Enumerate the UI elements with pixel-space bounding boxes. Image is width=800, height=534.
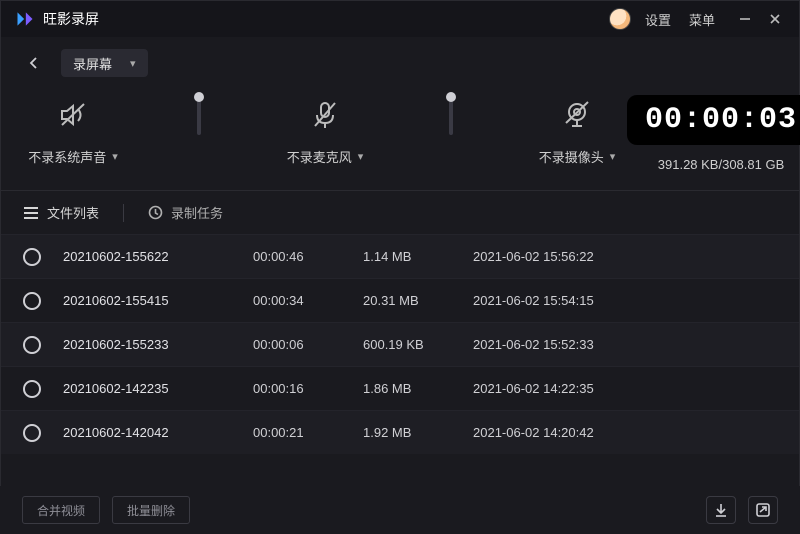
logo-icon [15, 9, 35, 29]
mode-label: 录屏幕 [73, 54, 112, 73]
mic-toggle[interactable]: 不录麦克风 ▾ [275, 95, 375, 166]
table-row[interactable]: 20210602-142042 00:00:21 1.92 MB 2021-06… [1, 410, 799, 454]
camera-muted-icon [560, 95, 594, 135]
avatar[interactable] [609, 8, 631, 30]
row-name: 20210602-155233 [63, 337, 253, 352]
system-audio-label: 不录系统声音 [28, 147, 106, 166]
row-date: 2021-06-02 15:52:33 [473, 337, 777, 352]
row-date: 2021-06-02 15:56:22 [473, 249, 777, 264]
app-title: 旺影录屏 [43, 9, 99, 29]
chevron-down-icon: ▾ [112, 150, 118, 163]
row-select[interactable] [23, 424, 41, 442]
merge-label: 合并视频 [37, 502, 85, 519]
batch-delete-label: 批量删除 [127, 502, 175, 519]
tab-files-label: 文件列表 [47, 203, 99, 222]
divider [123, 204, 124, 222]
row-size: 1.92 MB [363, 425, 473, 440]
clock-icon [148, 205, 163, 220]
merge-button[interactable]: 合并视频 [22, 496, 100, 524]
camera-toggle[interactable]: 不录摄像头 ▾ [527, 95, 627, 166]
row-duration: 00:00:46 [253, 249, 363, 264]
mic-muted-icon [310, 95, 340, 135]
row-date: 2021-06-02 14:22:35 [473, 381, 777, 396]
row-size: 20.31 MB [363, 293, 473, 308]
app-logo: 旺影录屏 [15, 9, 99, 29]
row-duration: 00:00:21 [253, 425, 363, 440]
row-select[interactable] [23, 292, 41, 310]
row-size: 600.19 KB [363, 337, 473, 352]
row-duration: 00:00:16 [253, 381, 363, 396]
mode-select[interactable]: 录屏幕 ▾ [61, 49, 148, 77]
file-table: 20210602-155622 00:00:46 1.14 MB 2021-06… [1, 234, 799, 454]
toggle-group: 不录系统声音 ▾ _ 不录麦克风 ▾ _ [23, 95, 627, 166]
list-icon [23, 206, 39, 220]
speaker-muted-icon [56, 95, 90, 135]
mic-volume-slider[interactable] [449, 95, 453, 135]
table-row[interactable]: 20210602-155415 00:00:34 20.31 MB 2021-0… [1, 278, 799, 322]
row-select[interactable] [23, 248, 41, 266]
minimize-button[interactable] [733, 7, 757, 31]
download-button[interactable] [706, 496, 736, 524]
tab-files[interactable]: 文件列表 [23, 203, 99, 222]
share-button[interactable] [748, 496, 778, 524]
mic-volume-slider-toggle[interactable]: _ [401, 95, 501, 166]
chevron-down-icon: ▾ [610, 150, 616, 163]
close-button[interactable] [763, 7, 787, 31]
batch-delete-button[interactable]: 批量删除 [112, 496, 190, 524]
volume-slider-toggle[interactable]: _ [149, 95, 249, 166]
row-date: 2021-06-02 14:20:42 [473, 425, 777, 440]
timer-block: 00:00:03 391.28 KB/308.81 GB [627, 95, 800, 172]
row-name: 20210602-155622 [63, 249, 253, 264]
row-size: 1.14 MB [363, 249, 473, 264]
table-row[interactable]: 20210602-155622 00:00:46 1.14 MB 2021-06… [1, 234, 799, 278]
download-icon [713, 502, 729, 518]
chevron-down-icon: ▾ [130, 57, 136, 70]
row-duration: 00:00:34 [253, 293, 363, 308]
footer: 合并视频 批量删除 [0, 486, 800, 534]
row-name: 20210602-142235 [63, 381, 253, 396]
row-select[interactable] [23, 380, 41, 398]
mic-label: 不录麦克风 [287, 147, 352, 166]
row-size: 1.86 MB [363, 381, 473, 396]
share-icon [755, 502, 771, 518]
timer-display: 00:00:03 [627, 95, 800, 145]
tabs-row: 文件列表 录制任务 [1, 190, 799, 234]
tab-tasks-label: 录制任务 [171, 203, 223, 222]
row-name: 20210602-142042 [63, 425, 253, 440]
system-audio-toggle[interactable]: 不录系统声音 ▾ [23, 95, 123, 166]
camera-label: 不录摄像头 [539, 147, 604, 166]
volume-slider[interactable] [197, 95, 201, 135]
chevron-down-icon: ▾ [358, 150, 364, 163]
menu-link[interactable]: 菜单 [689, 10, 715, 29]
settings-link[interactable]: 设置 [645, 10, 671, 29]
row-date: 2021-06-02 15:54:15 [473, 293, 777, 308]
controls-row: 不录系统声音 ▾ _ 不录麦克风 ▾ _ [1, 89, 799, 190]
row-duration: 00:00:06 [253, 337, 363, 352]
row-select[interactable] [23, 336, 41, 354]
tab-tasks[interactable]: 录制任务 [148, 203, 223, 222]
table-row[interactable]: 20210602-142235 00:00:16 1.86 MB 2021-06… [1, 366, 799, 410]
row-name: 20210602-155415 [63, 293, 253, 308]
back-button[interactable] [23, 52, 45, 74]
mode-row: 录屏幕 ▾ [1, 37, 799, 89]
table-row[interactable]: 20210602-155233 00:00:06 600.19 KB 2021-… [1, 322, 799, 366]
size-display: 391.28 KB/308.81 GB [658, 157, 784, 172]
titlebar: 旺影录屏 设置 菜单 [1, 1, 799, 37]
